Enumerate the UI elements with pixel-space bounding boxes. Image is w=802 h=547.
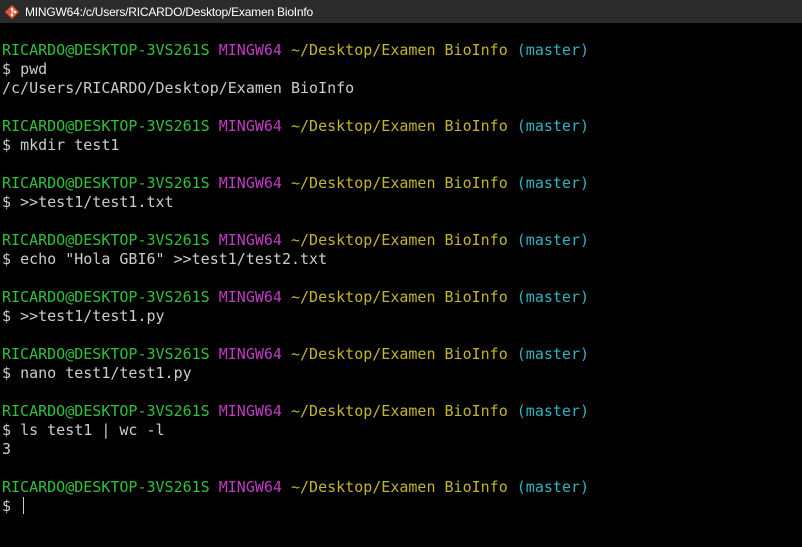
- command-text: mkdir test1: [20, 136, 120, 154]
- prompt-system: MINGW64: [218, 231, 282, 249]
- prompt-branch: (master): [516, 478, 590, 496]
- prompt-user-host: RICARDO@DESKTOP-3VS261S: [2, 117, 210, 135]
- prompt-user-host: RICARDO@DESKTOP-3VS261S: [2, 41, 210, 59]
- command-text: nano test1/test1.py: [20, 364, 192, 382]
- prompt-line: RICARDO@DESKTOP-3VS261S MINGW64 ~/Deskto…: [2, 478, 589, 497]
- command-line: $ echo "Hola GBI6" >>test1/test2.txt: [2, 250, 327, 269]
- command-text: >>test1/test1.txt: [20, 193, 174, 211]
- prompt-user-host: RICARDO@DESKTOP-3VS261S: [2, 231, 210, 249]
- prompt-user-host: RICARDO@DESKTOP-3VS261S: [2, 174, 210, 192]
- prompt-path: ~/Desktop/Examen BioInfo: [291, 345, 508, 363]
- prompt-branch: (master): [516, 402, 590, 420]
- command-output: 3: [2, 440, 12, 458]
- prompt-branch: (master): [516, 174, 590, 192]
- prompt-path: ~/Desktop/Examen BioInfo: [291, 288, 508, 306]
- prompt-line: RICARDO@DESKTOP-3VS261S MINGW64 ~/Deskto…: [2, 174, 589, 193]
- command-output: /c/Users/RICARDO/Desktop/Examen BioInfo: [2, 79, 355, 97]
- git-bash-icon: [4, 4, 20, 20]
- command-line: $ nano test1/test1.py: [2, 364, 192, 383]
- prompt-symbol: $: [2, 136, 12, 154]
- prompt-path: ~/Desktop/Examen BioInfo: [291, 478, 508, 496]
- prompt-line: RICARDO@DESKTOP-3VS261S MINGW64 ~/Deskto…: [2, 345, 589, 364]
- prompt-line: RICARDO@DESKTOP-3VS261S MINGW64 ~/Deskto…: [2, 288, 589, 307]
- prompt-path: ~/Desktop/Examen BioInfo: [291, 41, 508, 59]
- prompt-user-host: RICARDO@DESKTOP-3VS261S: [2, 345, 210, 363]
- prompt-line: RICARDO@DESKTOP-3VS261S MINGW64 ~/Deskto…: [2, 117, 589, 136]
- command-text: echo "Hola GBI6" >>test1/test2.txt: [20, 250, 328, 268]
- command-text: ls test1 | wc -l: [20, 421, 165, 439]
- command-text: >>test1/test1.py: [20, 307, 165, 325]
- title-bar[interactable]: MINGW64:/c/Users/RICARDO/Desktop/Examen …: [0, 0, 802, 23]
- prompt-system: MINGW64: [218, 117, 282, 135]
- prompt-symbol: $: [2, 421, 12, 439]
- prompt-path: ~/Desktop/Examen BioInfo: [291, 117, 508, 135]
- command-line: $: [2, 497, 25, 516]
- command-line: $ ls test1 | wc -l: [2, 421, 165, 440]
- terminal-window: MINGW64:/c/Users/RICARDO/Desktop/Examen …: [0, 0, 802, 547]
- prompt-symbol: $: [2, 364, 12, 382]
- prompt-system: MINGW64: [218, 345, 282, 363]
- prompt-user-host: RICARDO@DESKTOP-3VS261S: [2, 288, 210, 306]
- prompt-user-host: RICARDO@DESKTOP-3VS261S: [2, 478, 210, 496]
- prompt-system: MINGW64: [218, 478, 282, 496]
- prompt-system: MINGW64: [218, 41, 282, 59]
- command-line: $ mkdir test1: [2, 136, 119, 155]
- prompt-path: ~/Desktop/Examen BioInfo: [291, 174, 508, 192]
- prompt-line: RICARDO@DESKTOP-3VS261S MINGW64 ~/Deskto…: [2, 402, 589, 421]
- prompt-branch: (master): [516, 288, 590, 306]
- prompt-line: RICARDO@DESKTOP-3VS261S MINGW64 ~/Deskto…: [2, 231, 589, 250]
- command-line: $ pwd: [2, 60, 47, 79]
- prompt-branch: (master): [516, 345, 590, 363]
- command-line: $ >>test1/test1.py: [2, 307, 165, 326]
- prompt-symbol: $: [2, 307, 12, 325]
- prompt-symbol: $: [2, 250, 12, 268]
- prompt-path: ~/Desktop/Examen BioInfo: [291, 231, 508, 249]
- prompt-line: RICARDO@DESKTOP-3VS261S MINGW64 ~/Deskto…: [2, 41, 589, 60]
- prompt-branch: (master): [516, 117, 590, 135]
- prompt-symbol: $: [2, 60, 12, 78]
- terminal-output-area[interactable]: RICARDO@DESKTOP-3VS261S MINGW64 ~/Deskto…: [0, 23, 802, 547]
- prompt-path: ~/Desktop/Examen BioInfo: [291, 402, 508, 420]
- prompt-symbol: $: [2, 497, 12, 515]
- prompt-user-host: RICARDO@DESKTOP-3VS261S: [2, 402, 210, 420]
- prompt-system: MINGW64: [218, 288, 282, 306]
- window-title: MINGW64:/c/Users/RICARDO/Desktop/Examen …: [25, 4, 314, 19]
- prompt-system: MINGW64: [218, 174, 282, 192]
- command-text: pwd: [20, 60, 48, 78]
- prompt-branch: (master): [516, 231, 590, 249]
- prompt-symbol: $: [2, 193, 12, 211]
- command-line: $ >>test1/test1.txt: [2, 193, 174, 212]
- prompt-system: MINGW64: [218, 402, 282, 420]
- text-cursor: [23, 497, 25, 514]
- prompt-branch: (master): [516, 41, 590, 59]
